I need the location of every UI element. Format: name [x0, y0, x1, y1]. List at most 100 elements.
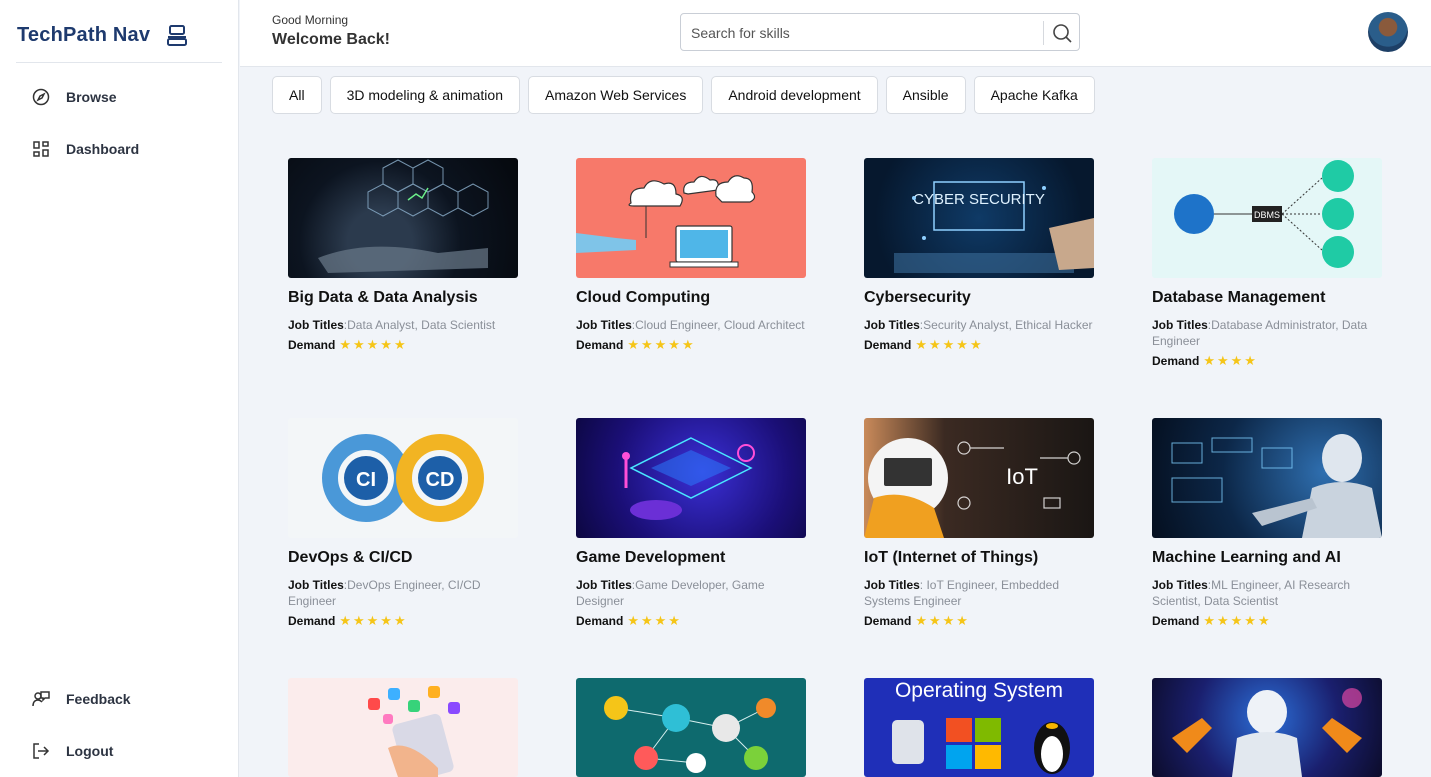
- card-thumbnail: [576, 158, 806, 278]
- demand-stars: ★★★★★: [339, 613, 408, 628]
- robotics-illustration: [1172, 688, 1362, 777]
- card-thumbnail: Operating System: [864, 678, 1094, 777]
- demand-stars: ★★★★★: [915, 337, 984, 352]
- card-thumbnail: [288, 158, 518, 278]
- card-job-titles: Job Titles: IoT Engineer, Embedded Syste…: [864, 578, 1060, 608]
- card-demand: Demand ★★★★★: [576, 337, 816, 353]
- top-header: Good Morning Welcome Back!: [240, 0, 1431, 67]
- operating-system-illustration: Operating System: [892, 679, 1070, 774]
- card-demand: Demand ★★★★★: [1152, 613, 1392, 629]
- card-job-titles: Job Titles:Data Analyst, Data Scientist: [288, 318, 496, 332]
- brand-name[interactable]: TechPath Nav: [17, 24, 150, 47]
- logout-icon: [33, 743, 50, 759]
- cyber-text: CYBER SECURITY: [913, 191, 1045, 208]
- card-title: DevOps & CI/CD: [288, 549, 413, 566]
- card-demand: Demand ★★★★: [576, 613, 816, 629]
- card-job-titles: Job Titles:Cloud Engineer, Cloud Archite…: [576, 318, 805, 332]
- card-demand: Demand ★★★★★: [288, 613, 528, 629]
- compass-icon: [32, 88, 50, 106]
- iot-illustration: IoT: [864, 438, 1081, 538]
- greeting-text: Good Morning: [272, 13, 349, 27]
- card-title: Cybersecurity: [864, 289, 971, 306]
- card-demand: Demand ★★★★★: [288, 337, 528, 353]
- demand-stars: ★★★★: [627, 613, 682, 628]
- card-title: IoT (Internet of Things): [864, 549, 1039, 566]
- card-job-titles: Job Titles:DevOps Engineer, CI/CD Engine…: [288, 578, 481, 608]
- search-input[interactable]: [691, 23, 1031, 43]
- card-job-titles: Job Titles:Database Administrator, Data …: [1152, 318, 1368, 348]
- sidebar-item-dashboard[interactable]: Dashboard: [32, 137, 139, 161]
- skill-card[interactable]: Operating System: [864, 678, 1104, 777]
- card-title: Machine Learning and AI: [1152, 549, 1341, 566]
- card-demand: Demand ★★★★: [864, 613, 1104, 629]
- job-titles-label: Job Titles: [576, 318, 632, 332]
- job-titles-value: Data Analyst, Data Scientist: [347, 318, 496, 332]
- filter-chip-aws[interactable]: Amazon Web Services: [527, 76, 704, 114]
- card-job-titles: Job Titles:Security Analyst, Ethical Hac…: [864, 318, 1093, 332]
- job-titles-label: Job Titles: [864, 318, 920, 332]
- skill-card[interactable]: CI CD DevOps & CI/CD Job Titles:DevOps E…: [288, 418, 528, 629]
- machine-learning-illustration: [1171, 434, 1382, 538]
- game-development-illustration: [622, 437, 755, 520]
- job-titles-label: Job Titles: [288, 318, 344, 332]
- demand-label: Demand: [1152, 614, 1200, 628]
- skill-card[interactable]: DBMS Database Management Job Titles:Data…: [1152, 158, 1392, 369]
- sidebar-item-label: Logout: [66, 743, 114, 759]
- demand-stars: ★★★★: [1203, 353, 1258, 368]
- job-titles-label: Job Titles: [864, 578, 920, 592]
- skill-card[interactable]: [288, 678, 528, 777]
- card-title: Game Development: [576, 549, 726, 566]
- social-network-illustration: [604, 696, 776, 773]
- filter-chip-apache-kafka[interactable]: Apache Kafka: [973, 76, 1095, 114]
- sidebar-item-label: Browse: [66, 89, 117, 105]
- card-demand: Demand ★★★★★: [864, 337, 1104, 353]
- card-demand: Demand ★★★★: [1152, 353, 1392, 369]
- database-illustration: DBMS: [1174, 160, 1354, 268]
- card-title: Big Data & Data Analysis: [288, 289, 478, 306]
- data-analytics-illustration: [318, 159, 489, 273]
- sidebar-item-feedback[interactable]: Feedback: [32, 687, 131, 711]
- demand-label: Demand: [576, 614, 624, 628]
- demand-label: Demand: [864, 338, 912, 352]
- avatar[interactable]: [1368, 12, 1408, 52]
- filter-chip-3d-modeling[interactable]: 3D modeling & animation: [329, 76, 520, 114]
- sidebar-item-label: Dashboard: [66, 141, 140, 157]
- card-job-titles: Job Titles:Game Developer, Game Designer: [576, 578, 765, 608]
- card-job-titles: Job Titles:ML Engineer, AI Research Scie…: [1152, 578, 1351, 608]
- demand-label: Demand: [288, 338, 336, 352]
- demand-label: Demand: [864, 614, 912, 628]
- search-icon[interactable]: [1051, 22, 1073, 44]
- sidebar-item-label: Feedback: [66, 691, 131, 707]
- demand-stars: ★★★★: [915, 613, 970, 628]
- dashboard-icon: [33, 141, 49, 157]
- skill-card[interactable]: Big Data & Data Analysis Job Titles:Data…: [288, 158, 528, 353]
- filter-chip-ansible[interactable]: Ansible: [885, 76, 966, 114]
- card-title: Cloud Computing: [576, 289, 711, 306]
- device-stack-icon: [167, 25, 187, 46]
- skill-card[interactable]: Cloud Computing Job Titles:Cloud Enginee…: [576, 158, 816, 353]
- card-thumbnail: [288, 678, 518, 777]
- cybersecurity-illustration: CYBER SECURITY: [894, 181, 1094, 273]
- os-text: Operating System: [895, 679, 1063, 702]
- skill-card[interactable]: [1152, 678, 1392, 777]
- ci-cd-illustration: CI CD: [322, 434, 484, 522]
- skill-card[interactable]: Machine Learning and AI Job Titles:ML En…: [1152, 418, 1392, 629]
- skill-card[interactable]: [576, 678, 816, 777]
- mobile-apps-illustration: [368, 686, 460, 777]
- skill-card[interactable]: IoT IoT (Internet of Things) Job Titles:…: [864, 418, 1104, 629]
- search-divider: [1043, 21, 1044, 45]
- sidebar-item-logout[interactable]: Logout: [32, 739, 113, 763]
- skill-card[interactable]: CYBER SECURITY Cybersecurity Job Titles:…: [864, 158, 1104, 353]
- cloud-computing-illustration: [576, 175, 756, 268]
- iot-text: IoT: [1006, 464, 1038, 489]
- job-titles-label: Job Titles: [1152, 578, 1208, 592]
- card-thumbnail: IoT: [864, 418, 1094, 538]
- skill-card[interactable]: Game Development Job Titles:Game Develop…: [576, 418, 816, 629]
- card-thumbnail: CI CD: [288, 418, 518, 538]
- filter-chip-android[interactable]: Android development: [711, 76, 878, 114]
- welcome-text: Welcome Back!: [272, 31, 390, 48]
- job-titles-label: Job Titles: [576, 578, 632, 592]
- filter-chip-all[interactable]: All: [272, 76, 322, 114]
- sidebar-item-browse[interactable]: Browse: [32, 85, 117, 109]
- job-titles-label: Job Titles: [288, 578, 344, 592]
